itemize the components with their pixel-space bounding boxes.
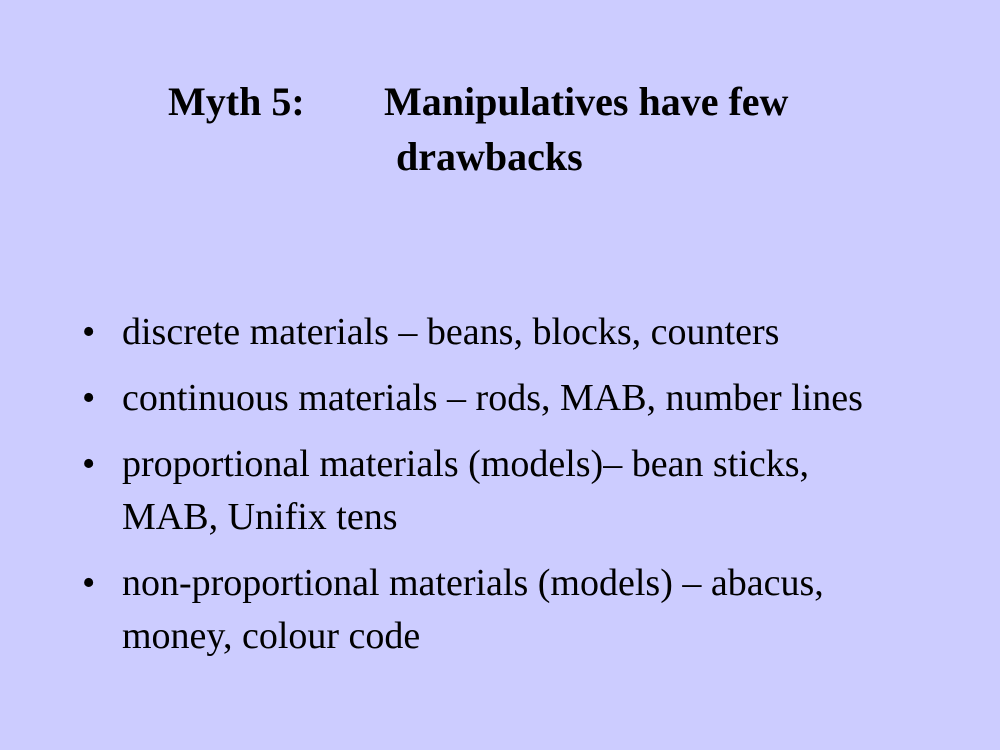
bullet-icon: •: [82, 443, 96, 485]
title-prefix: Myth 5:: [168, 79, 305, 124]
bullet-icon: •: [82, 377, 96, 419]
bullet-icon: •: [82, 311, 96, 353]
bullet-item: • proportional materials (models)– bean …: [82, 438, 942, 544]
slide: Myth 5: Manipulatives have few drawbacks …: [0, 0, 1000, 750]
bullet-text: proportional materials (models)– bean st…: [122, 443, 809, 538]
bullet-item: • non-proportional materials (models) – …: [82, 557, 942, 663]
title-line-1: Myth 5: Manipulatives have few: [168, 74, 788, 129]
bullet-text: discrete materials – beans, blocks, coun…: [122, 311, 780, 353]
bullet-list: • discrete materials – beans, blocks, co…: [82, 306, 942, 676]
bullet-text: continuous materials – rods, MAB, number…: [122, 377, 863, 419]
bullet-text: non-proportional materials (models) – ab…: [122, 562, 824, 657]
title-text-line-1: Manipulatives have few: [384, 79, 789, 124]
title-line-2: drawbacks: [396, 134, 583, 179]
bullet-item: • discrete materials – beans, blocks, co…: [82, 306, 942, 359]
bullet-item: • continuous materials – rods, MAB, numb…: [82, 372, 942, 425]
bullet-icon: •: [82, 562, 96, 604]
